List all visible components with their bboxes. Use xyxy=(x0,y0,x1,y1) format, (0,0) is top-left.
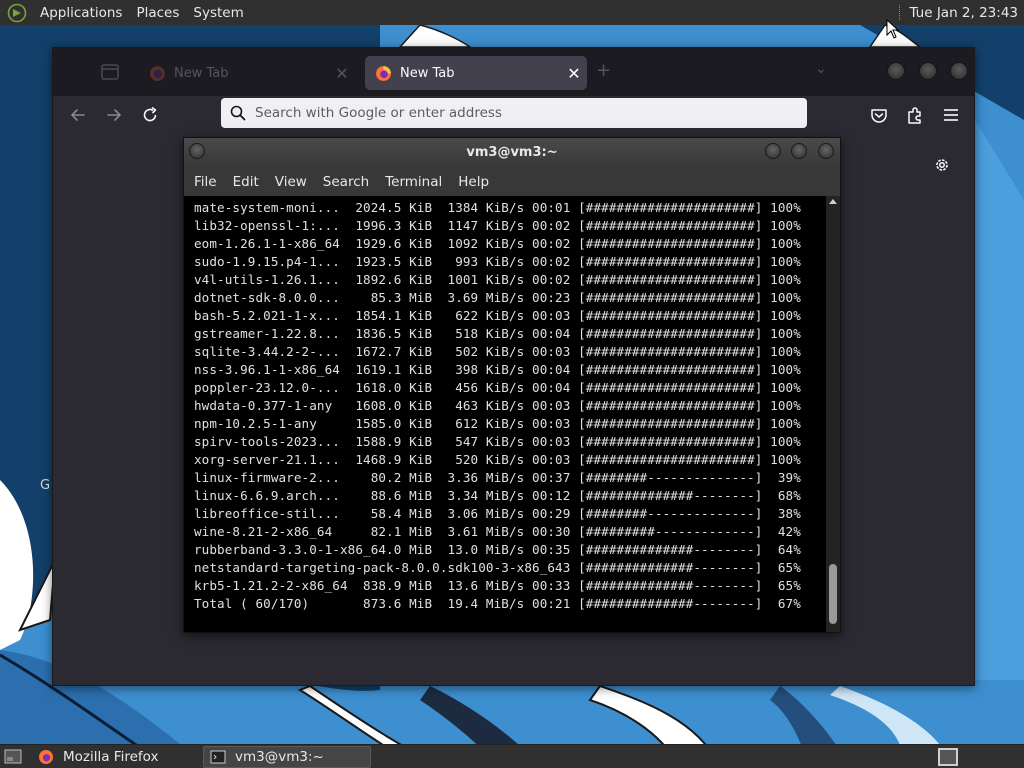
mate-logo-icon[interactable] xyxy=(7,3,27,23)
terminal-output[interactable]: mate-system-moni... 2024.5 KiB 1384 KiB/… xyxy=(184,196,826,632)
applications-menu[interactable]: Applications xyxy=(33,5,129,21)
puzzle-icon[interactable] xyxy=(904,104,926,126)
scroll-up-arrow-icon[interactable] xyxy=(829,199,837,204)
file-menu[interactable]: File xyxy=(188,174,223,190)
maximize-button[interactable] xyxy=(791,143,807,159)
scrollbar-thumb[interactable] xyxy=(829,564,837,624)
firefox-logo-icon xyxy=(39,750,53,764)
output-line: krb5-1.21.2-2-x86_64 838.9 MiB 13.6 MiB/… xyxy=(194,578,801,593)
workspace-switcher[interactable] xyxy=(938,748,958,766)
search-icon xyxy=(230,105,246,121)
search-menu[interactable]: Search xyxy=(317,174,375,190)
tab-label: New Tab xyxy=(400,65,455,81)
minimize-button[interactable] xyxy=(765,143,781,159)
edit-menu[interactable]: Edit xyxy=(227,174,265,190)
close-icon[interactable]: ✕ xyxy=(329,64,355,83)
output-line: sqlite-3.44.2-2-... 1672.7 KiB 502 KiB/s… xyxy=(194,344,801,359)
taskbar-item-label: vm3@vm3:~ xyxy=(235,749,324,765)
output-line: dotnet-sdk-8.0.0... 85.3 MiB 3.69 MiB/s … xyxy=(194,290,801,305)
terminal-menu[interactable]: Terminal xyxy=(379,174,448,190)
terminal-menu-bar: File Edit View Search Terminal Help xyxy=(184,167,840,196)
tab-list-icon[interactable] xyxy=(101,64,119,80)
taskbar-item-label: Mozilla Firefox xyxy=(63,749,159,765)
reload-icon[interactable] xyxy=(139,104,161,126)
output-line: xorg-server-21.1... 1468.9 KiB 520 KiB/s… xyxy=(194,452,801,467)
output-line: spirv-tools-2023... 1588.9 KiB 547 KiB/s… xyxy=(194,434,801,449)
terminal-scrollbar[interactable] xyxy=(826,196,840,632)
output-line: poppler-23.12.0-... 1618.0 KiB 456 KiB/s… xyxy=(194,380,801,395)
arrow-left-icon[interactable] xyxy=(67,104,89,126)
panel-separator xyxy=(899,5,901,20)
system-menu[interactable]: System xyxy=(186,5,250,21)
firefox-logo-icon xyxy=(150,65,165,81)
maximize-button[interactable] xyxy=(919,62,937,80)
terminal-icon xyxy=(210,750,226,764)
output-line: sudo-1.9.15.p4-1... 1923.5 KiB 993 KiB/s… xyxy=(194,254,801,269)
close-window-button[interactable] xyxy=(818,143,834,159)
pocket-icon[interactable] xyxy=(868,104,890,126)
output-line: hwdata-0.377-1-any 1608.0 KiB 463 KiB/s … xyxy=(194,398,801,413)
clock[interactable]: Tue Jan 2, 23:43 xyxy=(909,5,1024,21)
output-line: netstandard-targeting-pack-8.0.0.sdk100-… xyxy=(194,560,801,575)
output-line-total: Total ( 60/170) 873.6 MiB 19.4 MiB/s 00:… xyxy=(194,596,801,611)
output-line: wine-8.21-2-x86_64 82.1 MiB 3.61 MiB/s 0… xyxy=(194,524,801,539)
output-line: linux-firmware-2... 80.2 MiB 3.36 MiB/s … xyxy=(194,470,801,485)
output-line: bash-5.2.021-1-x... 1854.1 KiB 622 KiB/s… xyxy=(194,308,801,323)
output-line: rubberband-3.3.0-1-x86_64.0 MiB 13.0 MiB… xyxy=(194,542,801,557)
output-line: mate-system-moni... 2024.5 KiB 1384 KiB/… xyxy=(194,200,801,215)
output-line: npm-10.2.5-1-any 1585.0 KiB 612 KiB/s 00… xyxy=(194,416,801,431)
hamburger-menu-icon[interactable] xyxy=(940,104,962,126)
output-line: gstreamer-1.22.8... 1836.5 KiB 518 KiB/s… xyxy=(194,326,801,341)
tab-label: New Tab xyxy=(174,65,229,81)
tab-new-tab-1[interactable]: New Tab ✕ xyxy=(139,56,355,90)
window-title: vm3@vm3:~ xyxy=(466,145,558,160)
terminal-window: vm3@vm3:~ File Edit View Search Terminal… xyxy=(183,137,841,633)
taskbar-item-firefox[interactable]: Mozilla Firefox xyxy=(32,746,200,768)
show-desktop-icon[interactable] xyxy=(4,748,22,765)
partial-text: G xyxy=(40,478,51,493)
minimize-button[interactable] xyxy=(887,62,905,80)
taskbar-item-terminal[interactable]: vm3@vm3:~ xyxy=(203,746,371,768)
tab-new-tab-2[interactable]: New Tab ✕ xyxy=(365,56,587,90)
bottom-panel: Mozilla Firefox vm3@vm3:~ xyxy=(0,744,1024,768)
terminal-title-bar[interactable]: vm3@vm3:~ xyxy=(184,138,840,167)
window-menu-button[interactable] xyxy=(189,143,205,159)
output-line: libreoffice-stil... 58.4 MiB 3.06 MiB/s … xyxy=(194,506,801,521)
new-tab-button[interactable]: + xyxy=(596,60,611,81)
firefox-logo-icon xyxy=(376,65,391,81)
places-menu[interactable]: Places xyxy=(129,5,186,21)
list-all-tabs-icon[interactable]: ⌄ xyxy=(815,61,827,77)
view-menu[interactable]: View xyxy=(269,174,313,190)
gear-icon[interactable] xyxy=(933,156,951,174)
top-panel: Applications Places System Tue Jan 2, 23… xyxy=(0,0,1024,25)
firefox-tab-strip: New Tab ✕ New Tab ✕ + ⌄ xyxy=(53,48,974,96)
output-line: linux-6.6.9.arch... 88.6 MiB 3.34 MiB/s … xyxy=(194,488,801,503)
output-line: nss-3.96.1-1-x86_64 1619.1 KiB 398 KiB/s… xyxy=(194,362,801,377)
close-icon[interactable]: ✕ xyxy=(561,64,587,83)
output-line: v4l-utils-1.26.1... 1892.6 KiB 1001 KiB/… xyxy=(194,272,801,287)
url-bar[interactable] xyxy=(221,98,807,128)
search-input[interactable] xyxy=(255,105,807,121)
firefox-nav-bar xyxy=(53,96,974,134)
output-line: lib32-openssl-1:... 1996.3 KiB 1147 KiB/… xyxy=(194,218,801,233)
help-menu[interactable]: Help xyxy=(452,174,495,190)
mouse-cursor-icon xyxy=(886,19,900,39)
arrow-right-icon[interactable] xyxy=(103,104,125,126)
output-line: eom-1.26.1-1-x86_64 1929.6 KiB 1092 KiB/… xyxy=(194,236,801,251)
close-window-button[interactable] xyxy=(950,62,968,80)
